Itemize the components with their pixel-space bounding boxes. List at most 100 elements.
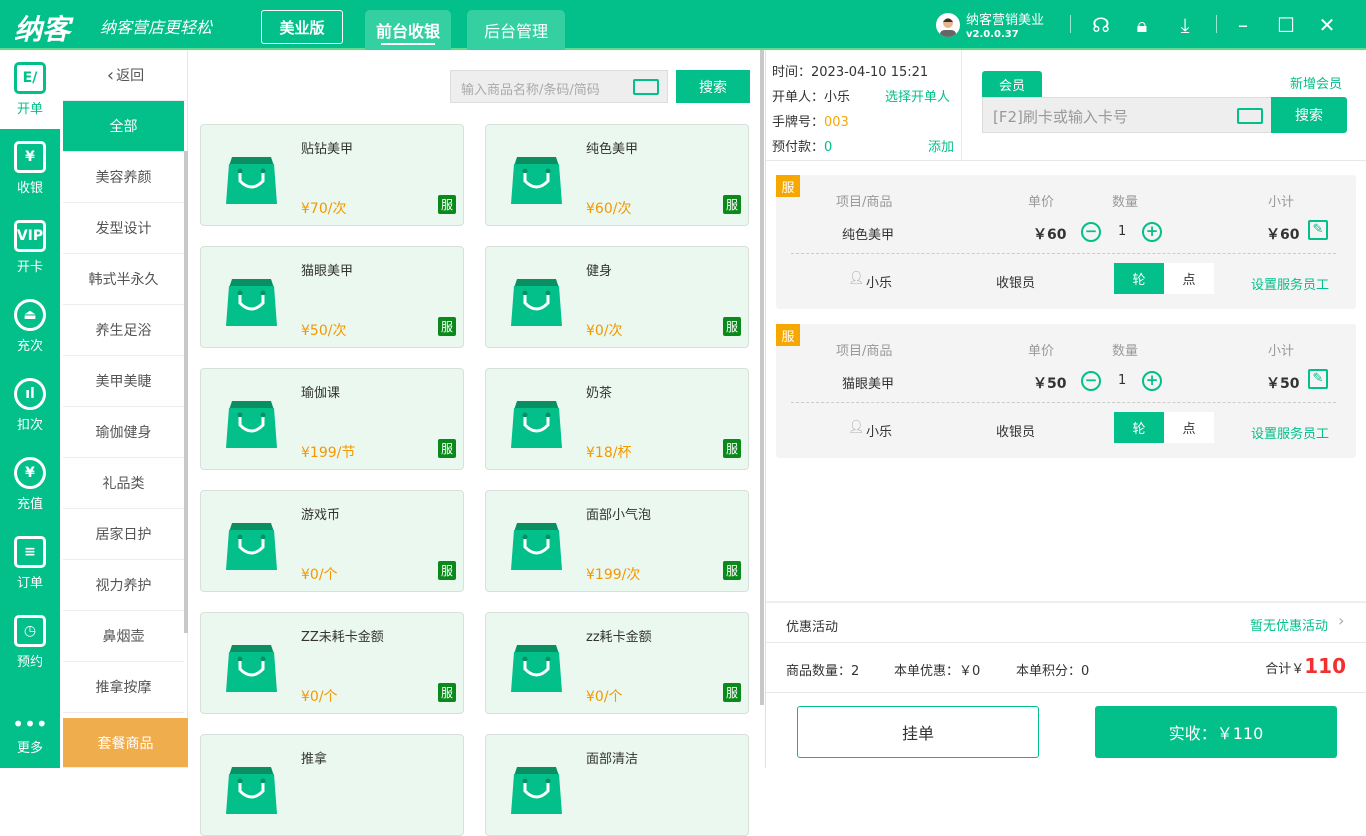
- product-card[interactable]: 贴钻美甲 ¥70/次 服: [200, 124, 464, 226]
- download-icon[interactable]: ⤓: [1173, 14, 1197, 36]
- hold-order-button[interactable]: 挂单: [797, 706, 1039, 758]
- category-item[interactable]: 礼品类: [63, 458, 184, 509]
- lock-icon[interactable]: 🔒︎: [1130, 14, 1154, 36]
- shopping-bag-icon: [226, 401, 277, 448]
- product-price: ¥50/次: [301, 323, 347, 339]
- keyboard-icon[interactable]: [1237, 108, 1263, 124]
- product-search-button[interactable]: 搜索: [676, 70, 750, 103]
- new-member-link[interactable]: 新增会员: [1290, 73, 1342, 92]
- product-scrollbar[interactable]: [760, 50, 764, 705]
- category-item[interactable]: 韩式半永久: [63, 254, 184, 305]
- appointment-icon: ◷: [14, 615, 46, 647]
- product-card[interactable]: 游戏币 ¥0/个 服: [200, 490, 464, 592]
- product-price: ¥199/节: [301, 445, 356, 461]
- product-card[interactable]: 猫眼美甲 ¥50/次 服: [200, 246, 464, 348]
- service-badge: 服: [723, 683, 741, 702]
- opener-name: 小乐: [824, 90, 851, 105]
- category-item[interactable]: 美甲美睫: [63, 356, 184, 407]
- nav-more[interactable]: ••• 更多: [0, 705, 60, 768]
- category-item[interactable]: 居家日护: [63, 509, 184, 560]
- mode-pick-button[interactable]: 点: [1164, 412, 1214, 443]
- support-headset-icon[interactable]: ☊: [1089, 14, 1113, 36]
- product-card[interactable]: 奶茶 ¥18/杯 服: [485, 368, 749, 470]
- category-item[interactable]: 全部: [63, 101, 184, 152]
- product-card[interactable]: 面部小气泡 ¥199/次 服: [485, 490, 749, 592]
- nav-orders[interactable]: ≡ 订单: [0, 524, 60, 603]
- category-scrollbar[interactable]: [184, 151, 188, 633]
- checkout-button[interactable]: 实收：￥110: [1095, 706, 1337, 758]
- category-item[interactable]: 发型设计: [63, 203, 184, 254]
- set-staff-link[interactable]: 设置服务员工: [1251, 423, 1329, 442]
- service-badge: 服: [438, 683, 456, 702]
- nav-open-card[interactable]: VIP 开卡: [0, 208, 60, 287]
- mode-rotate-button[interactable]: 轮: [1114, 412, 1164, 443]
- service-badge: 服: [776, 175, 800, 197]
- minimize-icon[interactable]: –: [1231, 14, 1255, 36]
- decrease-qty-icon[interactable]: −: [1081, 222, 1101, 242]
- product-card[interactable]: ZZ未耗卡金额 ¥0/个 服: [200, 612, 464, 714]
- product-card[interactable]: 瑜伽课 ¥199/节 服: [200, 368, 464, 470]
- avatar[interactable]: [936, 13, 960, 37]
- item-price[interactable]: ￥60: [1033, 224, 1066, 244]
- chevron-right-icon[interactable]: ›: [1338, 611, 1344, 630]
- tab-member[interactable]: 会员: [982, 71, 1042, 98]
- nav-top-up[interactable]: ¥ 充值: [0, 445, 60, 524]
- edit-icon[interactable]: ✎: [1308, 220, 1328, 240]
- product-price: ¥0/个: [301, 689, 338, 705]
- product-name: 面部清洁: [586, 752, 639, 767]
- product-name: 贴钻美甲: [301, 142, 354, 157]
- back-button[interactable]: ‹ 返回: [63, 50, 188, 101]
- product-search-input[interactable]: 输入商品名称/条码/简码: [450, 70, 668, 103]
- product-card[interactable]: 面部清洁: [485, 734, 749, 836]
- add-prepay-link[interactable]: 添加: [928, 136, 954, 155]
- category-item[interactable]: 养生足浴: [63, 305, 184, 356]
- category-item[interactable]: 视力养护: [63, 560, 184, 611]
- close-icon[interactable]: ✕: [1315, 14, 1339, 36]
- service-badge: 服: [438, 317, 456, 336]
- item-price[interactable]: ￥50: [1033, 373, 1066, 393]
- category-item[interactable]: 鼻烟壶: [63, 611, 184, 662]
- tag-number[interactable]: 003: [824, 115, 849, 130]
- nav-open-order[interactable]: E/开单: [0, 50, 60, 129]
- main-nav: E/开单 ¥ 收银 VIP 开卡 ⏏ 充次 ıl 扣次 ¥ 充值 ≡ 订单 ◷ 预约 ••• 更多: [0, 50, 60, 768]
- product-card[interactable]: 推拿: [200, 734, 464, 836]
- tab-back-office[interactable]: 后台管理: [467, 10, 565, 50]
- increase-qty-icon[interactable]: +: [1142, 371, 1162, 391]
- product-card[interactable]: 健身 ¥0/次 服: [485, 246, 749, 348]
- mode-pick-button[interactable]: 点: [1164, 263, 1214, 294]
- item-qty[interactable]: 1: [1118, 373, 1126, 388]
- product-card[interactable]: zz耗卡金额 ¥0/个 服: [485, 612, 749, 714]
- nav-deduct-times[interactable]: ıl 扣次: [0, 366, 60, 445]
- product-card[interactable]: 纯色美甲 ¥60/次 服: [485, 124, 749, 226]
- decrease-qty-icon[interactable]: −: [1081, 371, 1101, 391]
- select-opener-link[interactable]: 选择开单人: [885, 86, 950, 105]
- category-item[interactable]: 推拿按摩: [63, 662, 184, 713]
- product-name: 推拿: [301, 752, 328, 767]
- col-header-price: 单价: [1028, 195, 1055, 210]
- keyboard-icon[interactable]: [633, 79, 659, 95]
- category-package[interactable]: 套餐商品: [63, 718, 188, 768]
- increase-qty-icon[interactable]: +: [1142, 222, 1162, 242]
- nav-cashier[interactable]: ¥ 收银: [0, 129, 60, 208]
- item-qty[interactable]: 1: [1118, 224, 1126, 239]
- nav-appointment[interactable]: ◷ 预约: [0, 603, 60, 682]
- nav-label: 订单: [16, 576, 43, 591]
- mode-rotate-button[interactable]: 轮: [1114, 263, 1164, 294]
- member-search-button[interactable]: 搜索: [1271, 97, 1347, 133]
- category-item[interactable]: 瑜伽健身: [63, 407, 184, 458]
- edition-badge[interactable]: 美业版: [261, 10, 343, 44]
- tab-front-cashier[interactable]: 前台收银: [365, 10, 451, 50]
- set-staff-link[interactable]: 设置服务员工: [1251, 274, 1329, 293]
- maximize-icon[interactable]: ☐: [1274, 14, 1298, 36]
- service-badge: 服: [723, 195, 741, 214]
- promo-value-link[interactable]: 暂无优惠活动: [1250, 615, 1328, 634]
- title-bar: 纳客 纳客营店更轻松 美业版 前台收银 后台管理 纳客营销美业 v2.0.0.3…: [0, 0, 1366, 50]
- nav-recharge-times[interactable]: ⏏ 充次: [0, 287, 60, 366]
- recharge-times-icon: ⏏: [14, 299, 46, 331]
- edit-icon[interactable]: ✎: [1308, 369, 1328, 389]
- nav-label: 更多: [16, 741, 43, 756]
- category-item[interactable]: 美容养颜: [63, 152, 184, 203]
- shopping-bag-icon: [511, 645, 562, 692]
- member-card-input[interactable]: [F2]刷卡或输入卡号: [982, 97, 1272, 133]
- col-header-subtotal: 小计: [1268, 195, 1295, 210]
